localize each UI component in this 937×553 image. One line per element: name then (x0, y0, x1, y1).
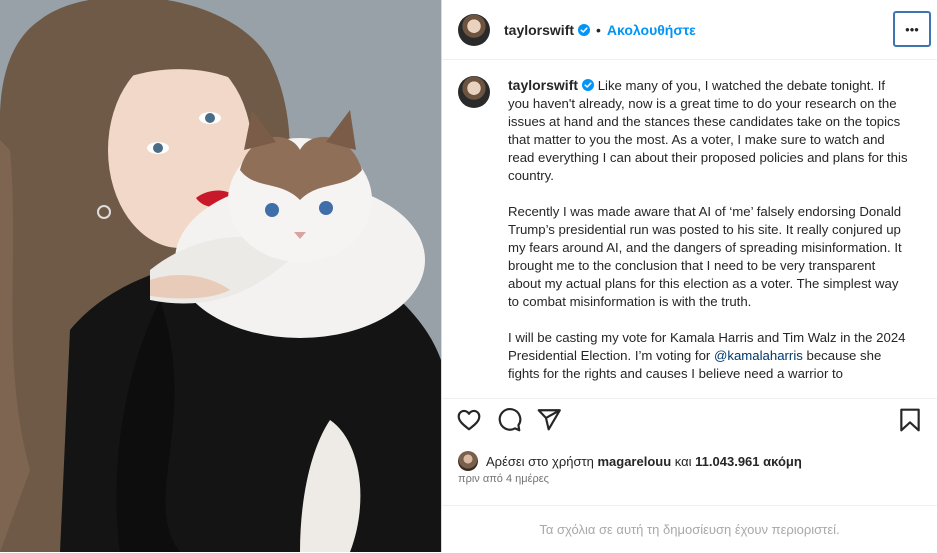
post-sidebar: taylorswift • Ακολουθήστε ••• taylorswif… (441, 0, 937, 552)
mention-link[interactable]: @kamalaharris (714, 348, 803, 363)
likes-count[interactable]: 11.043.961 (695, 454, 759, 469)
portrait-illustration (0, 0, 441, 552)
likes-suffix[interactable]: ακόμη (763, 454, 802, 469)
author-avatar[interactable] (458, 13, 490, 46)
post-view: taylorswift • Ακολουθήστε ••• taylorswif… (0, 0, 937, 552)
post-image[interactable] (0, 0, 441, 552)
liker-avatar[interactable] (458, 451, 478, 471)
likes-prefix: Αρέσει στο χρήστη (486, 453, 594, 469)
follow-button[interactable]: Ακολουθήστε (607, 22, 696, 38)
caption-paragraph-1: Like many of you, I watched the debate t… (508, 78, 908, 183)
liker-username[interactable]: magarelouu (597, 454, 671, 469)
post-caption: taylorswift Like many of you, I watched … (508, 76, 908, 398)
post-header: taylorswift • Ακολουθήστε ••• (442, 0, 937, 60)
caption-paragraph-2: Recently I was made aware that AI of ‘me… (508, 204, 902, 309)
likes-conjunction: και (674, 453, 692, 469)
post-timestamp[interactable]: πριν από 4 ημέρες (458, 473, 549, 485)
caption-scroll-area[interactable]: taylorswift Like many of you, I watched … (442, 60, 937, 398)
header-separator: • (596, 21, 601, 38)
comment-icon[interactable] (496, 407, 522, 433)
caption-author-avatar[interactable] (458, 76, 490, 108)
more-options-button[interactable]: ••• (893, 11, 931, 47)
caption-verified-badge-icon (582, 79, 595, 91)
bookmark-icon[interactable] (897, 407, 923, 433)
likes-summary: Αρέσει στο χρήστη magarelouu και 11.043.… (458, 451, 802, 471)
caption-row: taylorswift Like many of you, I watched … (458, 76, 908, 398)
author-username[interactable]: taylorswift (504, 22, 574, 38)
verified-badge-icon (578, 23, 591, 36)
post-actions (442, 398, 937, 441)
caption-username[interactable]: taylorswift (508, 77, 578, 93)
more-options-icon: ••• (905, 21, 919, 37)
heart-icon[interactable] (456, 407, 482, 433)
comments-disabled-notice: Τα σχόλια σε αυτή τη δημοσίευση έχουν πε… (442, 505, 937, 553)
share-icon[interactable] (536, 407, 562, 433)
